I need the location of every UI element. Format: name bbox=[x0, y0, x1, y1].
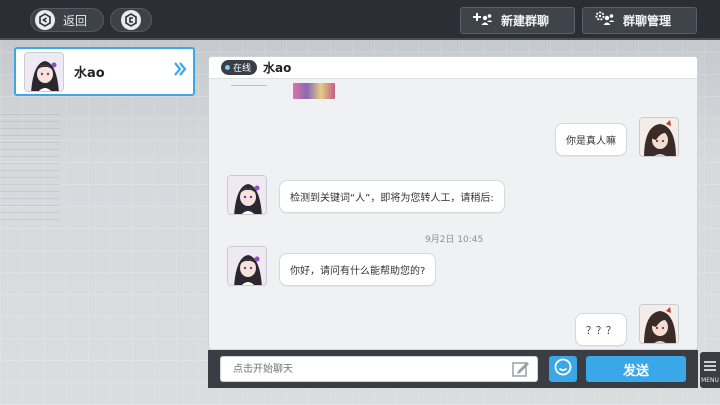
self-avatar[interactable] bbox=[639, 304, 679, 344]
send-button[interactable]: 发送 bbox=[586, 356, 686, 382]
top-bar: 返回 新建群聊 群聊管理 bbox=[0, 0, 720, 40]
menu-button[interactable]: MENU bbox=[700, 352, 720, 388]
contact-avatar bbox=[24, 51, 64, 92]
message-text: 检测到关键词“人”，即将为您转人工，请稍后: bbox=[290, 193, 494, 204]
group-manage-icon bbox=[595, 11, 615, 30]
message-bubble-self[interactable]: 你是真人嘛 bbox=[555, 123, 627, 156]
partial-image-message[interactable] bbox=[293, 83, 335, 99]
contact-avatar[interactable] bbox=[227, 175, 267, 215]
contact-avatar[interactable] bbox=[227, 246, 267, 286]
background-decoration bbox=[0, 110, 60, 220]
message-text: 你是真人嘛 bbox=[566, 136, 616, 147]
chat-input-bar: 发送 bbox=[208, 350, 698, 388]
edit-icon[interactable] bbox=[512, 361, 530, 381]
self-avatar[interactable] bbox=[639, 117, 679, 157]
back-label: 返回 bbox=[63, 13, 88, 28]
chat-header: 在线 水ao bbox=[209, 57, 697, 79]
chat-panel: 在线 水ao 你是真人嘛 检测到关键词“人”，即将为您转人工，请稍后: 9月2日… bbox=[208, 56, 698, 350]
back-icon bbox=[35, 10, 55, 30]
menu-label: MENU bbox=[701, 377, 719, 384]
back-button[interactable]: 返回 bbox=[30, 8, 104, 32]
group-chat-manage-button[interactable]: 群聊管理 bbox=[582, 7, 697, 34]
new-group-chat-button[interactable]: 新建群聊 bbox=[460, 7, 575, 34]
new-group-chat-label: 新建群聊 bbox=[501, 14, 550, 28]
message-text: ？？？ bbox=[586, 326, 616, 337]
divider-line bbox=[231, 85, 267, 86]
home-button[interactable] bbox=[110, 8, 152, 32]
hamburger-icon bbox=[704, 356, 716, 375]
online-status-label: 在线 bbox=[233, 64, 252, 74]
top-bar-divider bbox=[0, 38, 720, 40]
message-bubble-other[interactable]: 你好，请问有什么能帮助您的? bbox=[279, 253, 437, 286]
home-icon bbox=[121, 10, 141, 30]
message-list[interactable]: 你是真人嘛 检测到关键词“人”，即将为您转人工，请稍后: 9月2日 10:45 … bbox=[209, 79, 697, 349]
add-group-icon bbox=[473, 11, 493, 30]
emoji-button[interactable] bbox=[549, 356, 577, 382]
message-bubble-other[interactable]: 检测到关键词“人”，即将为您转人工，请稍后: bbox=[279, 180, 505, 213]
group-chat-manage-label: 群聊管理 bbox=[623, 14, 672, 28]
contact-name: 水ao bbox=[74, 66, 105, 81]
smiley-icon bbox=[554, 358, 572, 380]
double-chevron-right-icon bbox=[173, 61, 187, 82]
online-dot-icon bbox=[225, 65, 230, 70]
contact-item-selected[interactable]: 水ao bbox=[14, 47, 195, 96]
online-status-badge: 在线 bbox=[221, 60, 258, 75]
chat-title: 水ao bbox=[263, 61, 292, 75]
message-bubble-self[interactable]: ？？？ bbox=[575, 313, 627, 346]
message-timestamp: 9月2日 10:45 bbox=[425, 235, 484, 245]
message-text: 你好，请问有什么能帮助您的? bbox=[290, 266, 426, 277]
chat-input[interactable] bbox=[220, 356, 538, 382]
